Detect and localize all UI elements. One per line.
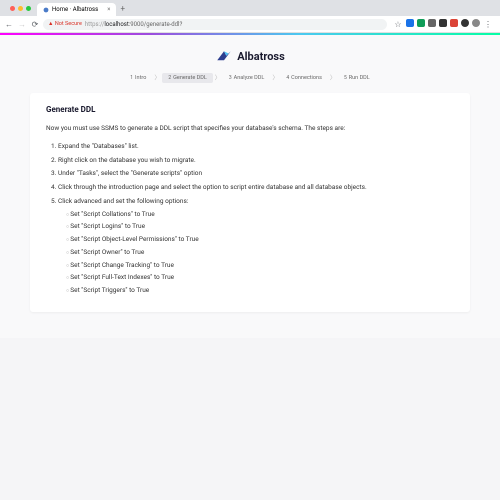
list-item: Click through the introduction page and …: [58, 183, 454, 193]
share-icon[interactable]: ☆: [393, 19, 403, 29]
step-run-ddl[interactable]: 5 Run DDL: [338, 73, 376, 83]
profile-avatar[interactable]: [472, 19, 480, 27]
extension-icon[interactable]: [428, 19, 436, 27]
favicon: [43, 7, 49, 13]
card-intro: Now you must use SSMS to generate a DDL …: [46, 124, 454, 134]
new-tab-button[interactable]: +: [120, 4, 125, 13]
card-title: Generate DDL: [46, 105, 454, 114]
page-content: Albatross 1 Intro 〉 2 Generate DDL 〉 3 A…: [0, 35, 500, 338]
reload-button[interactable]: ⟳: [30, 19, 40, 29]
brand-name: Albatross: [237, 50, 284, 63]
address-bar[interactable]: ▲ Not Secure https://localhost:9000/gene…: [43, 19, 387, 30]
page-header: Albatross: [0, 43, 500, 69]
back-button[interactable]: ←: [4, 19, 14, 29]
extension-icon[interactable]: [439, 19, 447, 27]
list-item: Expand the "Databases" list.: [58, 142, 454, 152]
extension-icon[interactable]: [406, 19, 414, 27]
step-connections[interactable]: 4 Connections: [280, 73, 328, 83]
maximize-window[interactable]: [26, 6, 31, 11]
tab-title: Home · Albatross: [52, 6, 98, 13]
chevron-right-icon: 〉: [270, 73, 280, 83]
stepper: 1 Intro 〉 2 Generate DDL 〉 3 Analyze DDL…: [0, 69, 500, 87]
browser-tab[interactable]: Home · Albatross ×: [37, 3, 116, 16]
extension-icon[interactable]: [461, 19, 469, 27]
list-item: Right click on the database you wish to …: [58, 156, 454, 166]
minimize-window[interactable]: [18, 6, 23, 11]
chevron-right-icon: 〉: [328, 73, 338, 83]
url-text: https://localhost:9000/generate-ddl?: [85, 21, 183, 28]
step-generate-ddl[interactable]: 2 Generate DDL: [162, 73, 212, 83]
extensions: ☆ ⋮: [390, 19, 496, 29]
list-item: Under "Tasks", select the "Generate scri…: [58, 169, 454, 179]
list-item: Set "Script Full-Text Indexes" to True: [66, 273, 454, 283]
window-controls: [4, 6, 37, 11]
list-item: Set "Script Logins" to True: [66, 222, 454, 232]
tab-strip: Home · Albatross × +: [0, 0, 500, 16]
step-analyze-ddl[interactable]: 3 Analyze DDL: [223, 73, 271, 83]
chevron-right-icon: 〉: [152, 73, 162, 83]
extension-icon[interactable]: [450, 19, 458, 27]
browser-chrome: Home · Albatross × + ← → ⟳ ▲ Not Secure …: [0, 0, 500, 33]
instruction-list: Expand the "Databases" list. Right click…: [46, 142, 454, 296]
forward-button[interactable]: →: [17, 19, 27, 29]
list-item: Set "Script Owner" to True: [66, 248, 454, 258]
list-item: Click advanced and set the following opt…: [58, 197, 454, 296]
list-item: Set "Script Object-Level Permissions" to…: [66, 235, 454, 245]
list-item: Set "Script Triggers" to True: [66, 286, 454, 296]
security-warning: ▲ Not Secure: [48, 21, 82, 27]
list-item: Set "Script Collations" to True: [66, 210, 454, 220]
close-window[interactable]: [10, 6, 15, 11]
list-item: Set "Script Change Tracking" to True: [66, 261, 454, 271]
extension-icon[interactable]: [417, 19, 425, 27]
logo-icon: [215, 49, 233, 63]
sub-list: Set "Script Collations" to True Set "Scr…: [58, 210, 454, 296]
chevron-right-icon: 〉: [213, 73, 223, 83]
menu-icon[interactable]: ⋮: [483, 19, 493, 29]
tab-close-icon[interactable]: ×: [107, 6, 110, 13]
step-intro[interactable]: 1 Intro: [124, 73, 152, 83]
toolbar: ← → ⟳ ▲ Not Secure https://localhost:900…: [0, 16, 500, 32]
content-card: Generate DDL Now you must use SSMS to ge…: [30, 93, 470, 312]
